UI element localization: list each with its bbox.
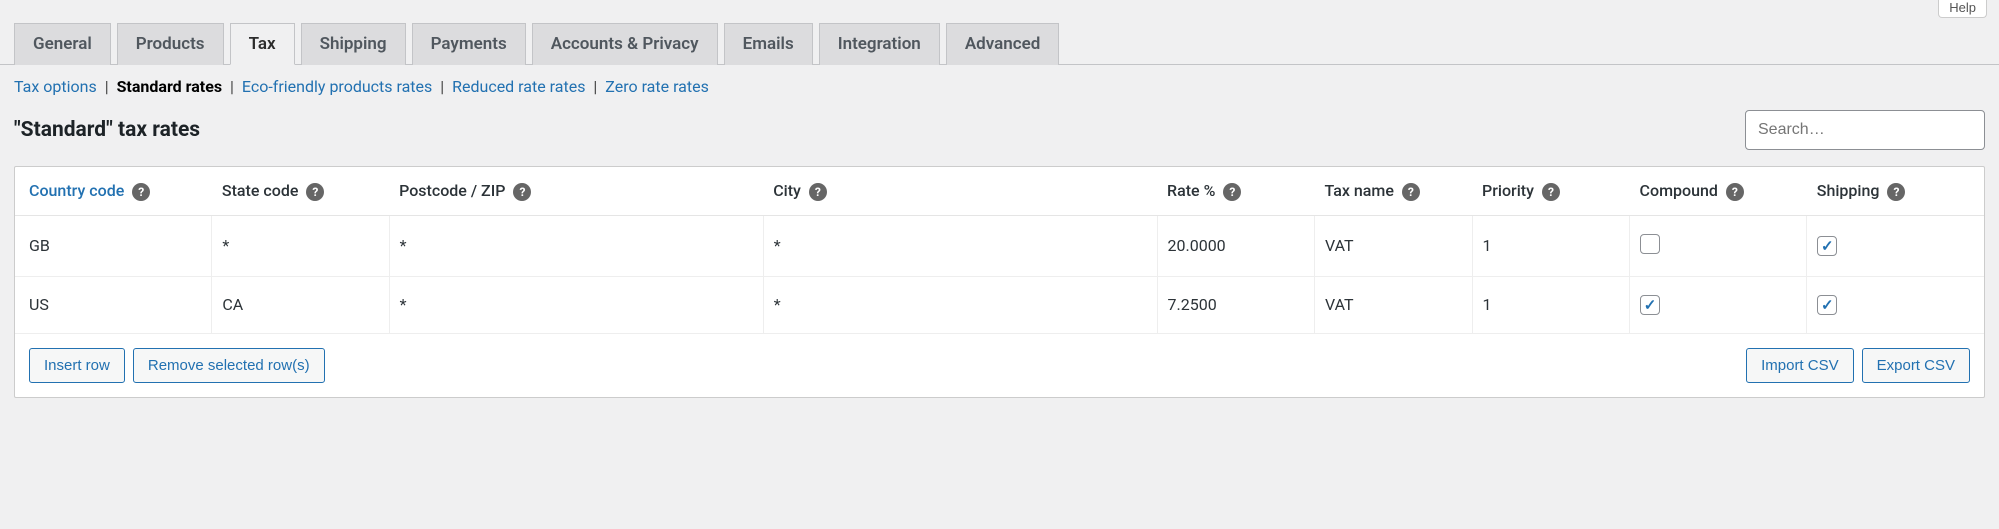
cell-compound xyxy=(1630,215,1807,276)
tab-general[interactable]: General xyxy=(14,23,111,65)
export-csv-button[interactable]: Export CSV xyxy=(1862,348,1970,383)
remove-rows-button[interactable]: Remove selected row(s) xyxy=(133,348,325,383)
subnav-eco-friendly-products-rates[interactable]: Eco-friendly products rates xyxy=(242,77,432,96)
subnav: Tax options | Standard rates | Eco-frien… xyxy=(0,65,1999,108)
col-priority-header[interactable]: Priority ? xyxy=(1472,167,1630,215)
cell-priority[interactable]: 1 xyxy=(1472,276,1630,333)
help-icon[interactable]: ? xyxy=(1402,183,1420,201)
tab-advanced[interactable]: Advanced xyxy=(946,23,1060,65)
compound-checkbox[interactable] xyxy=(1640,234,1660,254)
col-compound-label: Compound xyxy=(1640,181,1718,200)
separator: | xyxy=(436,77,448,96)
cell-priority[interactable]: 1 xyxy=(1472,215,1630,276)
compound-checkbox[interactable] xyxy=(1640,295,1660,315)
help-icon[interactable]: ? xyxy=(513,183,531,201)
table-row[interactable]: USCA**7.2500VAT1 xyxy=(15,276,1984,333)
col-taxname-header[interactable]: Tax name ? xyxy=(1315,167,1473,215)
separator: | xyxy=(589,77,601,96)
cell-shipping xyxy=(1807,276,1984,333)
cell-postcode[interactable]: * xyxy=(389,276,763,333)
help-button[interactable]: Help xyxy=(1938,0,1987,18)
import-csv-button[interactable]: Import CSV xyxy=(1746,348,1854,383)
cell-shipping xyxy=(1807,215,1984,276)
subnav-reduced-rate-rates[interactable]: Reduced rate rates xyxy=(452,77,585,96)
table-row[interactable]: GB***20.0000VAT1 xyxy=(15,215,1984,276)
col-country-label: Country code xyxy=(29,181,124,200)
help-icon[interactable]: ? xyxy=(1726,183,1744,201)
cell-taxname[interactable]: VAT xyxy=(1315,276,1473,333)
separator: | xyxy=(226,77,238,96)
cell-city[interactable]: * xyxy=(763,215,1157,276)
cell-rate[interactable]: 20.0000 xyxy=(1157,215,1315,276)
subnav-zero-rate-rates[interactable]: Zero rate rates xyxy=(605,77,709,96)
help-icon[interactable]: ? xyxy=(1223,183,1241,201)
col-shipping-header[interactable]: Shipping ? xyxy=(1807,167,1984,215)
col-city-header[interactable]: City ? xyxy=(763,167,1157,215)
cell-city[interactable]: * xyxy=(763,276,1157,333)
page-title: "Standard" tax rates xyxy=(14,118,200,142)
tab-integration[interactable]: Integration xyxy=(819,23,940,65)
tab-emails[interactable]: Emails xyxy=(724,23,813,65)
col-postcode-label: Postcode / ZIP xyxy=(399,181,505,200)
cell-rate[interactable]: 7.2500 xyxy=(1157,276,1315,333)
col-postcode-header[interactable]: Postcode / ZIP ? xyxy=(389,167,763,215)
tax-rates-table: Country code ? State code ? Postcode / Z… xyxy=(14,166,1985,398)
insert-row-button[interactable]: Insert row xyxy=(29,348,125,383)
help-icon[interactable]: ? xyxy=(132,183,150,201)
cell-taxname[interactable]: VAT xyxy=(1315,215,1473,276)
col-state-label: State code xyxy=(222,181,299,200)
col-priority-label: Priority xyxy=(1482,181,1534,200)
shipping-checkbox[interactable] xyxy=(1817,236,1837,256)
subnav-standard-rates: Standard rates xyxy=(117,77,223,96)
cell-country[interactable]: US xyxy=(15,276,212,333)
settings-tabs: GeneralProductsTaxShippingPaymentsAccoun… xyxy=(0,22,1999,65)
help-icon[interactable]: ? xyxy=(1542,183,1560,201)
col-state-header[interactable]: State code ? xyxy=(212,167,389,215)
search-input[interactable] xyxy=(1745,110,1985,150)
help-icon[interactable]: ? xyxy=(306,183,324,201)
tab-products[interactable]: Products xyxy=(117,23,224,65)
col-shipping-label: Shipping xyxy=(1817,181,1880,200)
tab-payments[interactable]: Payments xyxy=(412,23,526,65)
tab-tax[interactable]: Tax xyxy=(230,23,295,65)
help-icon[interactable]: ? xyxy=(1887,183,1905,201)
col-rate-label: Rate % xyxy=(1167,181,1215,200)
cell-postcode[interactable]: * xyxy=(389,215,763,276)
separator: | xyxy=(101,77,113,96)
col-country-header[interactable]: Country code ? xyxy=(15,167,212,215)
cell-state[interactable]: * xyxy=(212,215,389,276)
cell-state[interactable]: CA xyxy=(212,276,389,333)
tab-shipping[interactable]: Shipping xyxy=(301,23,406,65)
help-icon[interactable]: ? xyxy=(809,183,827,201)
col-city-label: City xyxy=(773,181,801,200)
col-taxname-label: Tax name xyxy=(1325,181,1394,200)
shipping-checkbox[interactable] xyxy=(1817,295,1837,315)
col-rate-header[interactable]: Rate % ? xyxy=(1157,167,1315,215)
tab-accounts-privacy[interactable]: Accounts & Privacy xyxy=(532,23,718,65)
subnav-tax-options[interactable]: Tax options xyxy=(14,77,97,96)
col-compound-header[interactable]: Compound ? xyxy=(1630,167,1807,215)
cell-compound xyxy=(1630,276,1807,333)
cell-country[interactable]: GB xyxy=(15,215,212,276)
